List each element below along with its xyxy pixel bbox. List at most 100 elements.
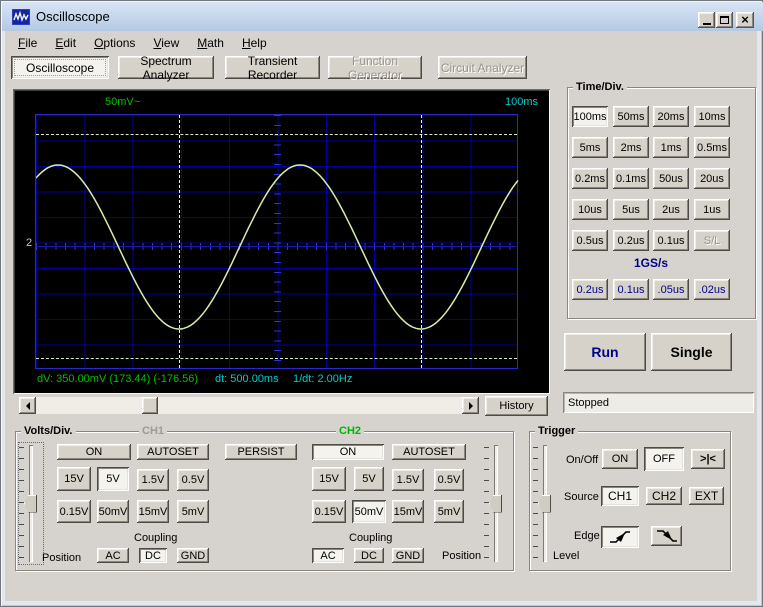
ch2-0.5v[interactable]: 0.5V (434, 469, 464, 491)
ch1-15v[interactable]: 15V (57, 467, 91, 491)
timediv-sl[interactable]: S/L (694, 230, 730, 251)
arrow-left-icon (22, 402, 30, 410)
timediv-0.2ms[interactable]: 0.2ms (572, 168, 608, 189)
ch1-slider-ticks (19, 447, 24, 560)
trigger-slider-thumb[interactable] (538, 495, 551, 513)
timediv-fast-0.2us[interactable]: 0.2us (572, 279, 608, 300)
ch1-on-button[interactable]: ON (57, 444, 131, 460)
timediv-1us[interactable]: 1us (694, 199, 730, 220)
ch1-coupling-gnd[interactable]: GND (177, 548, 209, 563)
ch1-caption: CH1 (139, 425, 167, 437)
ch1-slider-thumb[interactable] (24, 495, 37, 513)
trigger-sync-position-button[interactable]: >|< (691, 449, 725, 469)
trigger-level-slider[interactable] (533, 443, 557, 564)
menu-file[interactable]: File (9, 34, 46, 52)
ch2-slider-thumb[interactable] (489, 495, 502, 513)
tab-oscilloscope[interactable]: Oscilloscope (11, 56, 109, 79)
timediv-1ms[interactable]: 1ms (653, 137, 689, 158)
timediv-50us[interactable]: 50us (653, 168, 689, 189)
timediv-5us[interactable]: 5us (613, 199, 649, 220)
ch1-0.15v[interactable]: 0.15V (57, 500, 91, 523)
trigger-level-label: Level (553, 550, 579, 562)
trigger-edge-falling-button[interactable] (651, 526, 682, 546)
timediv-0.5ms[interactable]: 0.5ms (694, 137, 730, 158)
trigger-edge-label: Edge (574, 530, 600, 542)
tab-spectrum-analyzer[interactable]: Spectrum Analyzer (118, 56, 214, 79)
tab-circuit-analyzer[interactable]: Circuit Analyzer (438, 56, 527, 79)
ch2-1.5v[interactable]: 1.5V (392, 469, 424, 491)
run-button[interactable]: Run (564, 333, 646, 371)
ch2-15mv[interactable]: 15mV (392, 500, 424, 523)
ch2-5mv[interactable]: 5mV (434, 500, 464, 523)
ch2-15v[interactable]: 15V (312, 467, 346, 491)
ch1-5v[interactable]: 5V (97, 467, 129, 491)
timediv-2us[interactable]: 2us (653, 199, 689, 220)
ch2-position-slider[interactable] (484, 443, 508, 564)
ch1-coupling-label: Coupling (134, 532, 177, 544)
trigger-edge-rising-button[interactable] (601, 526, 639, 548)
scope-scrollbar[interactable] (19, 397, 479, 414)
timediv-fast-0.1us[interactable]: 0.1us (613, 279, 649, 300)
trigger-off-button[interactable]: OFF (644, 447, 684, 471)
timediv-5ms[interactable]: 5ms (572, 137, 608, 158)
scroll-left-button[interactable] (19, 397, 36, 414)
waveform-plot (36, 115, 519, 370)
ch1-15mv[interactable]: 15mV (137, 500, 169, 523)
trigger-on-button[interactable]: ON (602, 449, 638, 469)
timediv-0.1ms[interactable]: 0.1ms (613, 168, 649, 189)
ch1-0.5v[interactable]: 0.5V (177, 469, 209, 491)
ch2-autoset-button[interactable]: AUTOSET (392, 444, 466, 460)
maximize-button[interactable] (716, 12, 733, 28)
ch2-0.15v[interactable]: 0.15V (312, 500, 346, 523)
ch2-5v[interactable]: 5V (354, 467, 384, 491)
scroll-right-button[interactable] (462, 397, 479, 414)
persist-button[interactable]: PERSIST (225, 444, 297, 460)
timediv-20us[interactable]: 20us (694, 168, 730, 189)
trigger-onoff-label: On/Off (566, 454, 598, 466)
ch1-autoset-button[interactable]: AUTOSET (137, 444, 209, 460)
menu-help[interactable]: Help (233, 34, 276, 52)
timediv-fast-05us[interactable]: .05us (653, 279, 689, 300)
timediv-20ms[interactable]: 20ms (653, 106, 689, 127)
ch1-coupling-dc[interactable]: DC (139, 548, 167, 563)
ch1-position-slider[interactable] (19, 443, 43, 564)
timediv-0.1us[interactable]: 0.1us (653, 230, 689, 251)
ch1-1.5v[interactable]: 1.5V (137, 469, 169, 491)
trigger-source-ch2[interactable]: CH2 (646, 487, 682, 505)
trigger-caption: Trigger (535, 425, 578, 437)
tab-transient-recorder[interactable]: Transient Recorder (225, 56, 320, 79)
menu-math[interactable]: Math (188, 34, 233, 52)
maximize-icon (720, 16, 729, 24)
voltsdiv-caption: Volts/Div. (21, 425, 76, 437)
ch2-on-button[interactable]: ON (312, 444, 384, 460)
timediv-fast-02us[interactable]: .02us (694, 279, 730, 300)
minimize-button[interactable] (698, 12, 715, 28)
falling-edge-icon (655, 528, 679, 544)
ch1-coupling-ac[interactable]: AC (97, 548, 129, 563)
timediv-50ms[interactable]: 50ms (613, 106, 649, 127)
scrollbar-thumb[interactable] (142, 397, 158, 414)
timediv-100ms[interactable]: 100ms (572, 106, 608, 127)
ch1-5mv[interactable]: 5mV (177, 500, 209, 523)
ch2-coupling-ac[interactable]: AC (312, 548, 344, 563)
tab-function-generator[interactable]: Function Generator (328, 56, 422, 79)
trigger-source-ext[interactable]: EXT (689, 487, 724, 505)
rising-edge-icon (608, 529, 632, 545)
timediv-10us[interactable]: 10us (572, 199, 608, 220)
single-button[interactable]: Single (651, 333, 732, 371)
history-button[interactable]: History (485, 396, 548, 416)
ch1-50mv[interactable]: 50mV (97, 500, 129, 523)
close-button[interactable]: × (736, 12, 754, 28)
timediv-2ms[interactable]: 2ms (613, 137, 649, 158)
timediv-0.5us[interactable]: 0.5us (572, 230, 608, 251)
ch2-coupling-dc[interactable]: DC (354, 548, 384, 563)
menu-edit[interactable]: Edit (46, 34, 85, 52)
timediv-0.2us[interactable]: 0.2us (613, 230, 649, 251)
menu-options[interactable]: Options (85, 34, 144, 52)
ch2-coupling-gnd[interactable]: GND (392, 548, 424, 563)
trigger-source-ch1[interactable]: CH1 (601, 486, 639, 506)
ch2-50mv[interactable]: 50mV (352, 500, 386, 523)
title-bar: Oscilloscope (2, 2, 763, 31)
menu-view[interactable]: View (144, 34, 188, 52)
timediv-10ms[interactable]: 10ms (694, 106, 730, 127)
